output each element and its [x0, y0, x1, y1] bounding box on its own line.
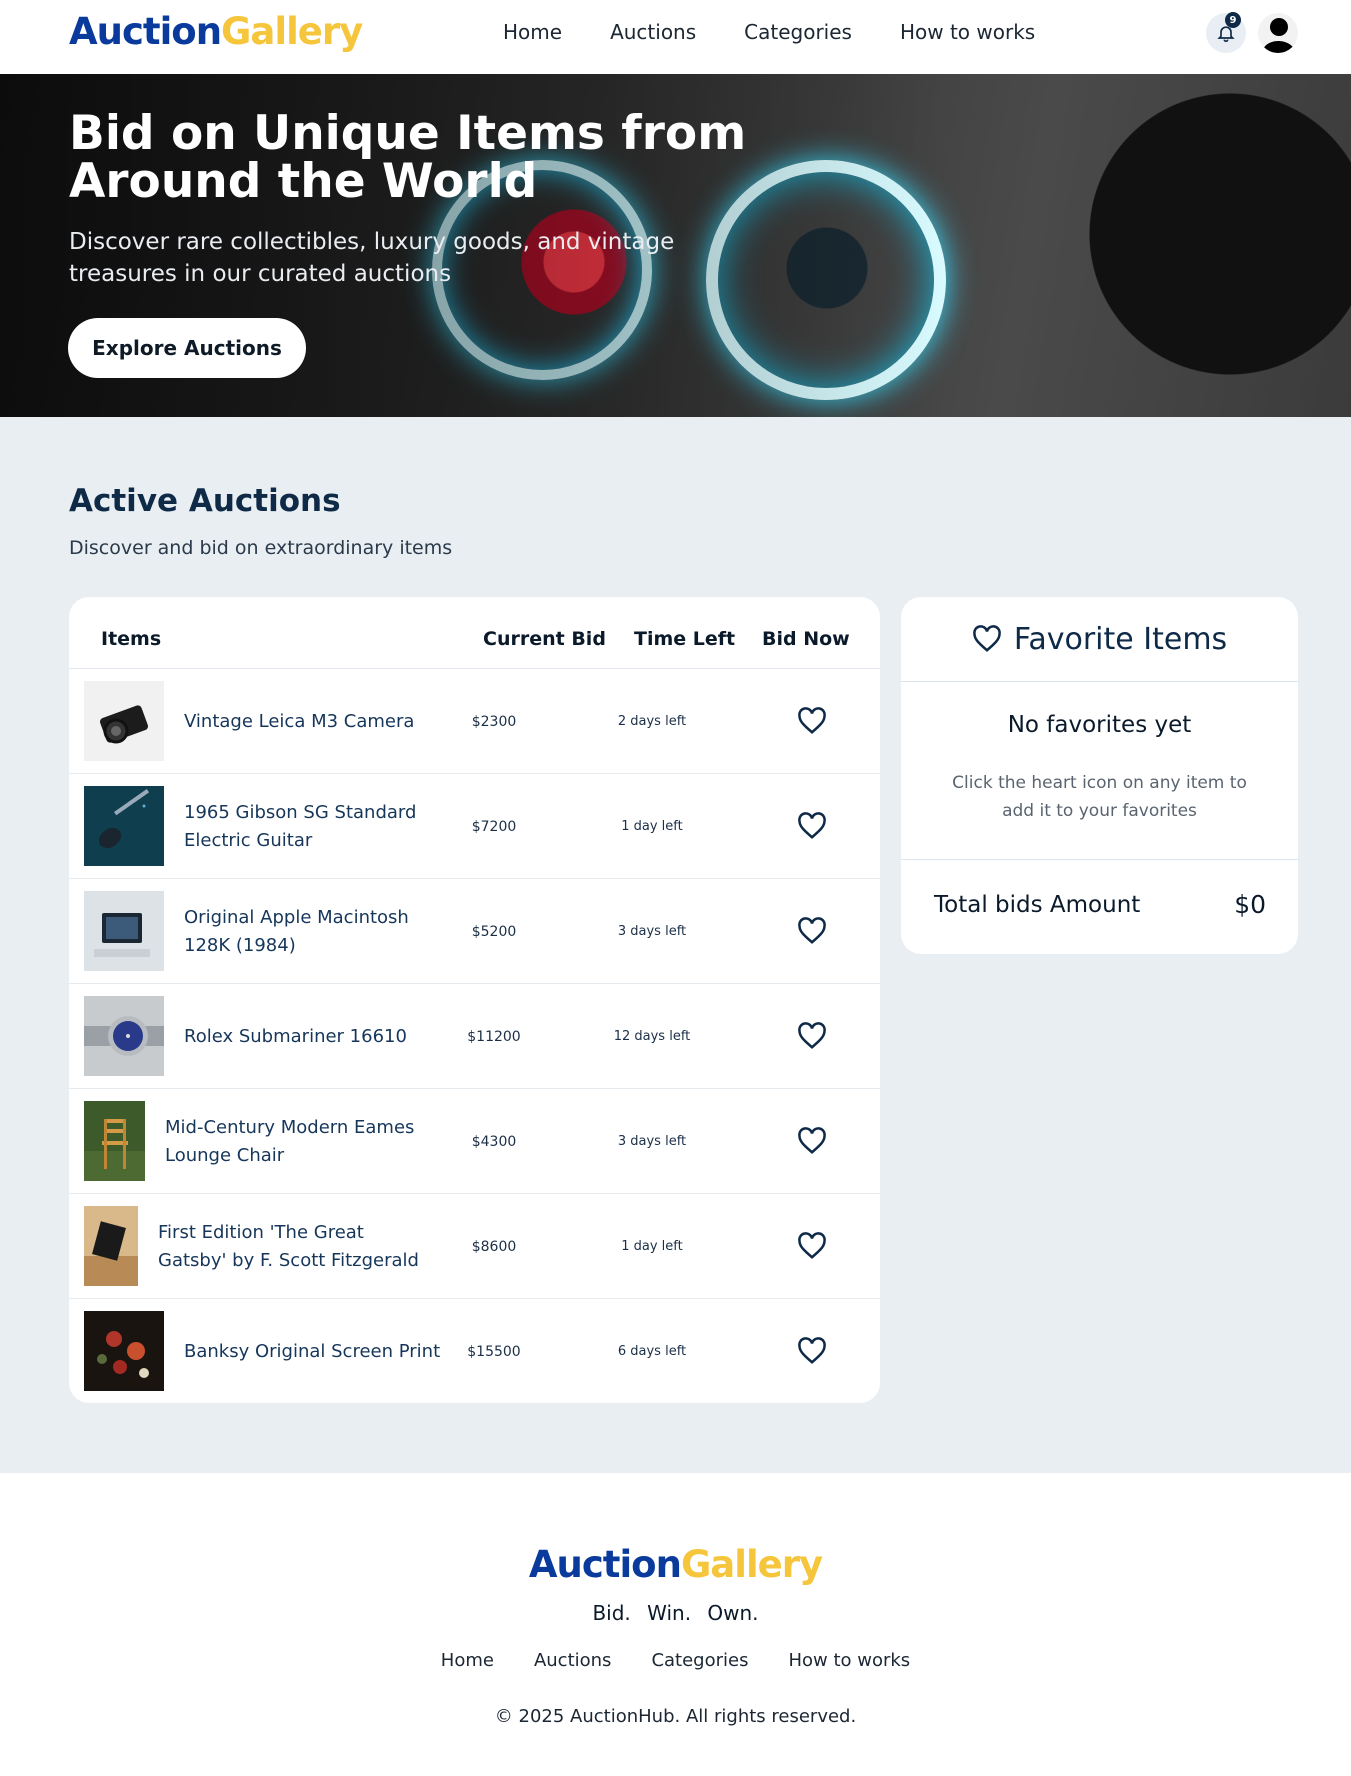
current-bid: $4300: [471, 1133, 517, 1150]
table-row: Mid-Century Modern Eames Lounge Chair $4…: [69, 1089, 880, 1194]
brand-logo-part1: Auction: [69, 10, 222, 53]
table-row: 1965 Gibson SG Standard Electric Guitar …: [69, 774, 880, 879]
nav-link-auctions[interactable]: Auctions: [610, 20, 696, 44]
current-bid: $2300: [471, 713, 517, 730]
header-items: Items: [101, 628, 162, 650]
item-name[interactable]: Mid-Century Modern Eames Lounge Chair: [165, 1089, 435, 1194]
footer-link-auctions[interactable]: Auctions: [534, 1650, 611, 1671]
camera-thumbnail: [84, 681, 164, 761]
time-left: 2 days left: [617, 714, 687, 729]
favorites-title: Favorite Items: [1013, 621, 1228, 657]
item-name[interactable]: 1965 Gibson SG Standard Electric Guitar: [184, 774, 454, 879]
nav-link-categories[interactable]: Categories: [744, 20, 852, 44]
total-bids-label: Total bids Amount: [934, 892, 1141, 918]
hero-banner: Bid on Unique Items from Around the Worl…: [0, 74, 1351, 417]
section-subtitle: Discover and bid on extraordinary items: [69, 537, 453, 559]
header-time-left: Time Left: [634, 628, 736, 650]
heart-icon[interactable]: [797, 1127, 827, 1155]
book-thumbnail: [84, 1206, 138, 1286]
time-left: 1 day left: [621, 1239, 683, 1254]
nav-links: Home Auctions Categories How to works: [503, 20, 1035, 44]
item-name[interactable]: Original Apple Macintosh 128K (1984): [184, 879, 454, 984]
brand-logo-part2: Gallery: [221, 10, 363, 53]
main-section: Active Auctions Discover and bid on extr…: [0, 417, 1351, 1473]
favorites-empty-hint: Click the heart icon on any item to add …: [952, 773, 1247, 821]
table-row: First Edition 'The Great Gatsby' by F. S…: [69, 1194, 880, 1299]
divider: [901, 859, 1298, 860]
favorites-empty-title: No favorites yet: [1007, 712, 1192, 738]
header-current-bid: Current Bid: [483, 628, 606, 650]
footer-tagline: Bid. Win. Own.: [592, 1601, 759, 1625]
current-bid: $7200: [471, 818, 517, 835]
top-navbar: AuctionGallery Home Auctions Categories …: [0, 0, 1351, 74]
header-bid-now: Bid Now: [762, 628, 850, 650]
footer-logo-part1: Auction: [528, 1543, 682, 1586]
total-bids-value: $0: [1234, 890, 1266, 919]
table-row: Banksy Original Screen Print $15500 6 da…: [69, 1299, 880, 1404]
nav-link-home[interactable]: Home: [503, 20, 562, 44]
footer-link-home[interactable]: Home: [441, 1650, 494, 1671]
footer-links: Home Auctions Categories How to works: [0, 1650, 1351, 1671]
notifications-button[interactable]: 9: [1206, 12, 1246, 53]
heart-icon: [972, 625, 1001, 652]
favorites-panel: Favorite Items No favorites yet Click th…: [901, 597, 1298, 954]
computer-thumbnail: [84, 891, 164, 971]
item-name[interactable]: Vintage Leica M3 Camera: [184, 669, 454, 774]
hero-subtitle: Discover rare collectibles, luxury goods…: [69, 229, 675, 287]
heart-icon[interactable]: [797, 1022, 827, 1050]
chair-thumbnail: [84, 1101, 145, 1181]
nav-link-how-to-works[interactable]: How to works: [900, 20, 1035, 44]
heart-icon[interactable]: [797, 707, 827, 735]
user-avatar[interactable]: [1258, 13, 1298, 53]
item-name[interactable]: Rolex Submariner 16610: [184, 984, 454, 1089]
hero-title: Bid on Unique Items from Around the Worl…: [69, 106, 747, 209]
current-bid: $11200: [467, 1028, 521, 1045]
painting-thumbnail: [84, 1311, 164, 1391]
favorites-header: Favorite Items: [901, 597, 1298, 682]
table-row: Vintage Leica M3 Camera $2300 2 days lef…: [69, 669, 880, 774]
time-left: 3 days left: [617, 924, 687, 939]
current-bid: $15500: [467, 1343, 521, 1360]
time-left: 3 days left: [617, 1134, 687, 1149]
heart-icon[interactable]: [797, 1232, 827, 1260]
footer-link-categories[interactable]: Categories: [651, 1650, 748, 1671]
brand-logo[interactable]: AuctionGallery: [69, 10, 363, 53]
section-title: Active Auctions: [69, 483, 341, 519]
heart-icon[interactable]: [797, 917, 827, 945]
guitar-thumbnail: [84, 786, 164, 866]
footer-link-how-to-works[interactable]: How to works: [788, 1650, 910, 1671]
current-bid: $8600: [471, 1238, 517, 1255]
footer-logo[interactable]: AuctionGallery: [0, 1543, 1351, 1586]
table-row: Rolex Submariner 16610 $11200 12 days le…: [69, 984, 880, 1089]
copyright: © 2025 AuctionHub. All rights reserved.: [494, 1706, 857, 1727]
auctions-table: Items Current Bid Time Left Bid Now Vint…: [69, 597, 880, 1403]
footer: AuctionGallery Bid. Win. Own. Home Aucti…: [0, 1473, 1351, 1776]
heart-icon[interactable]: [797, 812, 827, 840]
explore-auctions-button[interactable]: Explore Auctions: [68, 318, 306, 378]
heart-icon[interactable]: [797, 1337, 827, 1365]
item-name[interactable]: First Edition 'The Great Gatsby' by F. S…: [158, 1194, 428, 1299]
user-silhouette-icon: [1262, 18, 1296, 53]
item-name[interactable]: Banksy Original Screen Print: [184, 1299, 454, 1404]
time-left: 12 days left: [613, 1029, 691, 1044]
table-header: Items Current Bid Time Left Bid Now: [69, 597, 880, 669]
footer-logo-part2: Gallery: [680, 1543, 823, 1586]
time-left: 1 day left: [621, 819, 683, 834]
current-bid: $5200: [471, 923, 517, 940]
table-row: Original Apple Macintosh 128K (1984) $52…: [69, 879, 880, 984]
notification-count-badge: 9: [1225, 12, 1241, 28]
watch-thumbnail: [84, 996, 164, 1076]
time-left: 6 days left: [617, 1344, 687, 1359]
